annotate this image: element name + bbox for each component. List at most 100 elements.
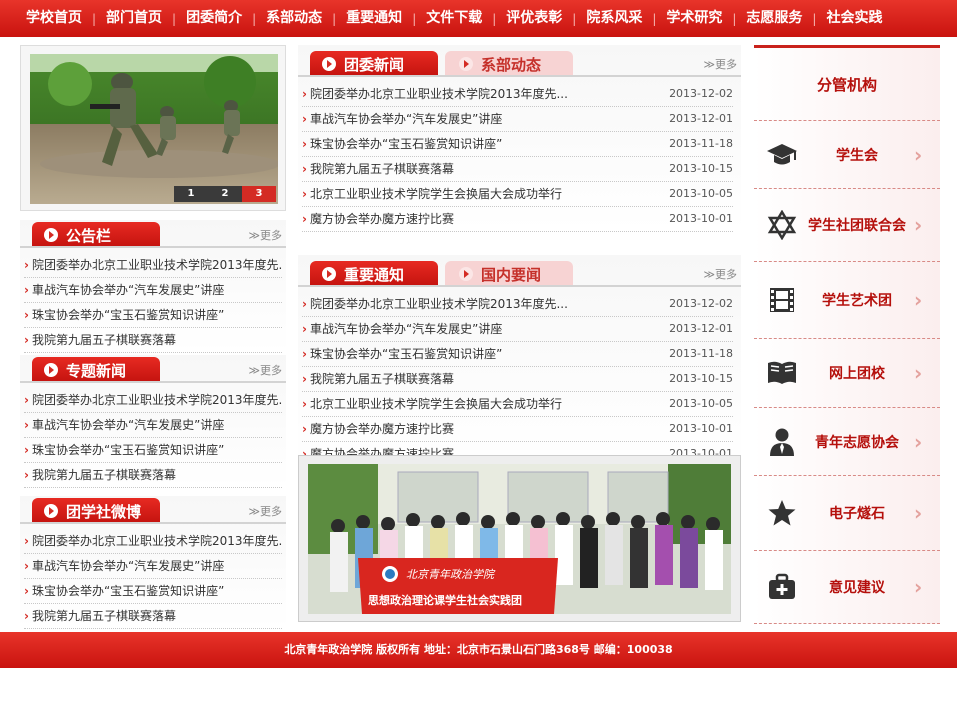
list-item[interactable]: 車战汽车协会举办“汽车发展史”讲座 bbox=[24, 554, 282, 579]
sidebar-item-label: 电子燧石 bbox=[829, 506, 885, 522]
nav-item[interactable]: 文件下载 bbox=[416, 0, 492, 37]
list-item-title[interactable]: 珠宝协会举办“宝玉石鉴赏知识讲座” bbox=[24, 438, 224, 462]
list-item[interactable]: 車战汽车协会举办“汽车发展史”讲座 bbox=[24, 413, 282, 438]
list-item[interactable]: 車战汽车协会举办“汽车发展史”讲座 bbox=[24, 278, 282, 303]
list-item[interactable]: 院团委举办北京工业职业技术学院2013年度先... bbox=[24, 388, 282, 413]
list-item-title[interactable]: 院团委举办北京工业职业技术学院2013年度先... bbox=[24, 388, 282, 412]
tab-domestic-news[interactable]: 国内要闻 bbox=[445, 261, 573, 287]
list-item[interactable]: 院团委举办北京工业职业技术学院2013年度先... bbox=[24, 529, 282, 554]
list-item-title[interactable]: 車战汽车协会举办“汽车发展史”讲座 bbox=[24, 278, 224, 302]
list-item[interactable]: 北京工业职业技术学院学生会换届大会成功举行 2013-10-05 bbox=[302, 182, 733, 207]
nav-item[interactable]: 学校首页 bbox=[0, 0, 92, 37]
play-bullet-icon bbox=[322, 267, 336, 281]
notice-list: 院团委举办北京工业职业技术学院2013年度先...車战汽车协会举办“汽车发展史”… bbox=[20, 248, 286, 353]
list-item[interactable]: 珠宝协会举办“宝玉石鉴赏知识讲座” 2013-11-18 bbox=[302, 342, 733, 367]
more-link[interactable]: ≫更多 bbox=[248, 227, 282, 243]
more-link[interactable]: ≫更多 bbox=[703, 266, 737, 282]
list-item[interactable]: 珠宝协会举办“宝玉石鉴赏知识讲座” bbox=[24, 579, 282, 604]
feature-news-tab[interactable]: 专题新闻 bbox=[32, 357, 160, 383]
list-item-title[interactable]: 北京工业职业技术学院学生会换届大会成功举行 bbox=[302, 392, 562, 416]
nav-item[interactable]: 部门首页 bbox=[96, 0, 172, 37]
weibo-panel: 团学社微博 ≫更多 院团委举办北京工业职业技术学院2013年度先...車战汽车协… bbox=[20, 496, 286, 629]
nav-item[interactable]: 社会实践 bbox=[816, 0, 892, 37]
chevron-right-icon: › bbox=[914, 575, 923, 599]
sidebar-item[interactable]: 青年志愿协会 › bbox=[754, 408, 940, 476]
list-item-title[interactable]: 院团委举办北京工业职业技术学院2013年度先... bbox=[302, 292, 568, 316]
list-item-title[interactable]: 院团委举办北京工业职业技术学院2013年度先... bbox=[302, 82, 568, 106]
sidebar-item[interactable]: 意见建议 › bbox=[754, 551, 940, 624]
tab-label: 系部动态 bbox=[481, 55, 542, 74]
list-item[interactable]: 車战汽车协会举办“汽车发展史”讲座 2013-12-01 bbox=[302, 107, 733, 132]
sidebar-item[interactable]: 电子燧石 › bbox=[754, 476, 940, 551]
film-icon bbox=[764, 286, 800, 314]
more-link[interactable]: ≫更多 bbox=[703, 56, 737, 72]
list-item-title[interactable]: 我院第九届五子棋联赛落幕 bbox=[302, 367, 454, 391]
list-item[interactable]: 珠宝协会举办“宝玉石鉴赏知识讲座” bbox=[24, 303, 282, 328]
weibo-tab[interactable]: 团学社微博 bbox=[32, 498, 160, 524]
list-item-title[interactable]: 珠宝协会举办“宝玉石鉴赏知识讲座” bbox=[24, 303, 224, 327]
list-item-date: 2013-10-01 bbox=[669, 212, 733, 225]
list-item[interactable]: 院团委举办北京工业职业技术学院2013年度先... bbox=[24, 253, 282, 278]
list-item[interactable]: 我院第九届五子棋联赛落幕 2013-10-15 bbox=[302, 367, 733, 392]
list-item[interactable]: 車战汽车协会举办“汽车发展史”讲座 2013-12-01 bbox=[302, 317, 733, 342]
list-item-title[interactable]: 北京工业职业技术学院学生会换届大会成功举行 bbox=[302, 182, 562, 206]
list-item-title[interactable]: 院团委举办北京工业职业技术学院2013年度先... bbox=[24, 253, 282, 277]
list-item-title[interactable]: 車战汽车协会举办“汽车发展史”讲座 bbox=[24, 554, 224, 578]
nav-item[interactable]: 团委简介 bbox=[176, 0, 252, 37]
more-link[interactable]: ≫更多 bbox=[248, 362, 282, 378]
list-item[interactable]: 珠宝协会举办“宝玉石鉴赏知识讲座” 2013-11-18 bbox=[302, 132, 733, 157]
nav-item[interactable]: 学术研究 bbox=[656, 0, 732, 37]
tab-youth-league-news[interactable]: 团委新闻 bbox=[310, 51, 438, 77]
slider-page-2[interactable]: 2 bbox=[208, 186, 242, 202]
sidebar-item-label: 网上团校 bbox=[829, 366, 885, 382]
list-item-title[interactable]: 珠宝协会举办“宝玉石鉴赏知识讲座” bbox=[302, 132, 502, 156]
sidebar-item-label: 学生艺术团 bbox=[822, 293, 892, 309]
sidebar-item[interactable]: 学生艺术团 › bbox=[754, 262, 940, 339]
left-column: 123 公告栏 ≫更多 院团委举办北京工业职业技术学院2013年度先...車战汽… bbox=[20, 45, 286, 629]
list-item-title[interactable]: 我院第九届五子棋联赛落幕 bbox=[24, 604, 176, 628]
slider-page-1[interactable]: 1 bbox=[174, 186, 208, 202]
sidebar-item[interactable]: 网上团校 › bbox=[754, 339, 940, 408]
list-item-date: 2013-12-02 bbox=[669, 297, 733, 310]
list-item[interactable]: 我院第九届五子棋联赛落幕 bbox=[24, 604, 282, 629]
tab-important-notice[interactable]: 重要通知 bbox=[310, 261, 438, 287]
list-item-title[interactable]: 魔方协会举办魔方速拧比赛 bbox=[302, 207, 454, 231]
banner-line-2: 思想政治理论课学生社会实践团 bbox=[368, 593, 522, 607]
list-item-title[interactable]: 珠宝协会举办“宝玉石鉴赏知识讲座” bbox=[24, 579, 224, 603]
user-icon bbox=[764, 427, 800, 457]
play-bullet-icon bbox=[44, 228, 58, 242]
list-item[interactable]: 院团委举办北京工业职业技术学院2013年度先... 2013-12-02 bbox=[302, 82, 733, 107]
list-item[interactable]: 院团委举办北京工业职业技术学院2013年度先... 2013-12-02 bbox=[302, 292, 733, 317]
list-item-title[interactable]: 院团委举办北京工业职业技术学院2013年度先... bbox=[24, 529, 282, 553]
sidebar-title: 分管机构 bbox=[754, 48, 940, 121]
nav-item[interactable]: 院系风采 bbox=[576, 0, 652, 37]
play-bullet-icon bbox=[44, 363, 58, 377]
list-item[interactable]: 我院第九届五子棋联赛落幕 bbox=[24, 328, 282, 353]
more-link[interactable]: ≫更多 bbox=[248, 503, 282, 519]
play-bullet-icon bbox=[459, 57, 473, 71]
list-item-title[interactable]: 車战汽车协会举办“汽车发展史”讲座 bbox=[302, 107, 502, 131]
list-item-title[interactable]: 珠宝协会举办“宝玉石鉴赏知识讲座” bbox=[302, 342, 502, 366]
nav-item[interactable]: 评优表彰 bbox=[496, 0, 572, 37]
list-item[interactable]: 魔方协会举办魔方速拧比赛 2013-10-01 bbox=[302, 417, 733, 442]
nav-item[interactable]: 系部动态 bbox=[256, 0, 332, 37]
nav-item[interactable]: 志愿服务 bbox=[736, 0, 812, 37]
nav-item[interactable]: 重要通知 bbox=[336, 0, 412, 37]
slider-page-3[interactable]: 3 bbox=[242, 186, 276, 202]
notice-board-tab[interactable]: 公告栏 bbox=[32, 222, 160, 248]
sidebar-item[interactable]: 学生会 › bbox=[754, 121, 940, 189]
sidebar-item[interactable]: 学生社团联合会 › bbox=[754, 189, 940, 262]
tab-department-news[interactable]: 系部动态 bbox=[445, 51, 573, 77]
list-item[interactable]: 魔方协会举办魔方速拧比赛 2013-10-01 bbox=[302, 207, 733, 232]
list-item-title[interactable]: 魔方协会举办魔方速拧比赛 bbox=[302, 417, 454, 441]
list-item-title[interactable]: 車战汽车协会举办“汽车发展史”讲座 bbox=[24, 413, 224, 437]
list-item[interactable]: 我院第九届五子棋联赛落幕 bbox=[24, 463, 282, 488]
list-item[interactable]: 我院第九届五子棋联赛落幕 2013-10-15 bbox=[302, 157, 733, 182]
list-item[interactable]: 北京工业职业技术学院学生会换届大会成功举行 2013-10-05 bbox=[302, 392, 733, 417]
list-item-title[interactable]: 我院第九届五子棋联赛落幕 bbox=[24, 463, 176, 487]
list-item[interactable]: 珠宝协会举办“宝玉石鉴赏知识讲座” bbox=[24, 438, 282, 463]
list-item-title[interactable]: 我院第九届五子棋联赛落幕 bbox=[24, 328, 176, 352]
list-item-title[interactable]: 我院第九届五子棋联赛落幕 bbox=[302, 157, 454, 181]
weibo-list: 院团委举办北京工业职业技术学院2013年度先...車战汽车协会举办“汽车发展史”… bbox=[20, 524, 286, 629]
list-item-title[interactable]: 車战汽车协会举办“汽车发展史”讲座 bbox=[302, 317, 502, 341]
